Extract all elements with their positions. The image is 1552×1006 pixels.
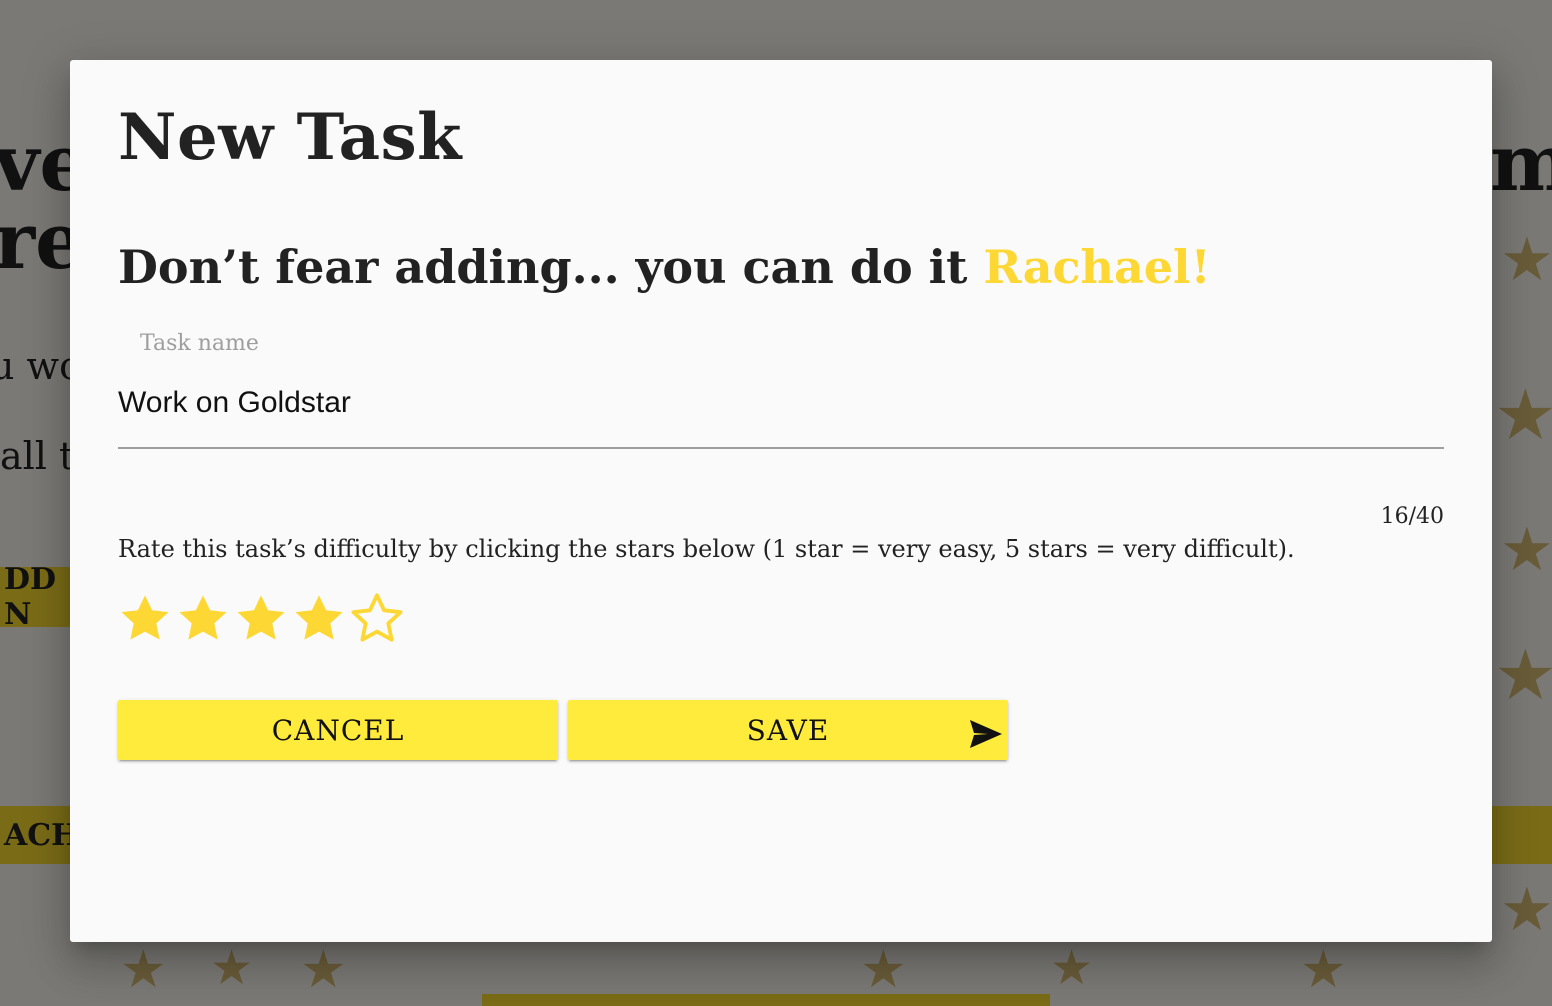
star-filled-icon[interactable] [290, 590, 348, 648]
star-outline-icon[interactable] [348, 590, 406, 648]
task-name-label: Task name [140, 331, 259, 356]
cancel-button[interactable]: CANCEL [118, 700, 558, 760]
difficulty-rating [116, 590, 406, 648]
task-name-field: Task name [118, 325, 1444, 450]
character-counter: 16/40 [1380, 504, 1444, 529]
save-button-label: SAVE [746, 713, 830, 747]
new-task-dialog: New Task Don’t fear adding... you can do… [70, 60, 1492, 942]
star-filled-icon[interactable] [232, 590, 290, 648]
user-name: Rachael! [983, 240, 1211, 294]
send-icon [970, 720, 1002, 748]
dialog-title: New Task [118, 100, 462, 175]
cancel-button-label: CANCEL [271, 713, 405, 747]
save-button[interactable]: SAVE [568, 700, 1008, 760]
star-filled-icon[interactable] [174, 590, 232, 648]
star-filled-icon[interactable] [116, 590, 174, 648]
encouragement-message: Don’t fear adding... you can do it Racha… [118, 240, 1211, 294]
task-name-underline [118, 447, 1444, 449]
task-name-input[interactable] [118, 381, 1444, 425]
encouragement-text: Don’t fear adding... you can do it [118, 240, 984, 294]
difficulty-instructions: Rate this task’s difficulty by clicking … [118, 535, 1295, 563]
